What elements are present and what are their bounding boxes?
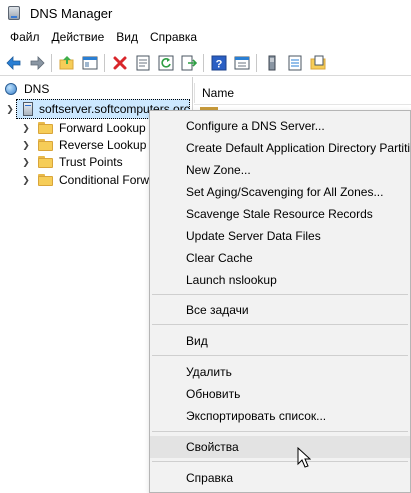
- menu-configure-dns-server[interactable]: Configure a DNS Server...: [150, 115, 410, 137]
- server-icon: [22, 102, 34, 116]
- help-icon[interactable]: ?: [209, 53, 229, 73]
- back-arrow-icon[interactable]: [4, 53, 24, 73]
- svg-text:?: ?: [215, 58, 222, 70]
- menu-properties[interactable]: Свойства: [150, 436, 410, 458]
- forward-arrow-icon[interactable]: [27, 53, 47, 73]
- mouse-cursor-icon: [297, 446, 312, 469]
- chevron-down-icon[interactable]: ❯: [4, 103, 16, 115]
- menu-bar: Файл Действие Вид Справка: [0, 26, 411, 48]
- menu-help[interactable]: Справка: [150, 467, 410, 489]
- delete-icon[interactable]: [110, 53, 130, 73]
- mmc-view-icon[interactable]: [232, 53, 252, 73]
- export-icon[interactable]: [179, 53, 199, 73]
- folder-icon: [38, 139, 54, 151]
- tree-item-trust-points[interactable]: ❯ Trust Points: [20, 152, 123, 172]
- menu-all-tasks[interactable]: Все задачи: [150, 299, 410, 321]
- menu-set-aging-scavenging[interactable]: Set Aging/Scavenging for All Zones...: [150, 181, 410, 203]
- folder-icon: [38, 122, 54, 134]
- chevron-right-icon[interactable]: ❯: [20, 174, 32, 186]
- refresh-icon[interactable]: [156, 53, 176, 73]
- toolbar: ?: [0, 50, 411, 76]
- tree-item-label: Conditional Forw: [59, 173, 150, 187]
- dns-manager-icon: [6, 5, 22, 21]
- title-bar: DNS Manager: [0, 0, 411, 26]
- chevron-right-icon[interactable]: ❯: [20, 139, 32, 151]
- tree-root-dns[interactable]: DNS: [4, 79, 49, 99]
- menu-separator: [152, 431, 408, 432]
- tree-item-label: Trust Points: [59, 155, 123, 169]
- menu-new-zone[interactable]: New Zone...: [150, 159, 410, 181]
- toolbar-separator: [104, 53, 105, 72]
- menu-action[interactable]: Действие: [46, 26, 111, 48]
- record-icon[interactable]: [285, 53, 305, 73]
- menu-view[interactable]: Вид: [110, 26, 144, 48]
- show-hide-tree-icon[interactable]: [80, 53, 100, 73]
- chevron-right-icon[interactable]: ❯: [20, 122, 32, 134]
- properties-icon[interactable]: [133, 53, 153, 73]
- toolbar-separator: [256, 53, 257, 72]
- tree-root-label: DNS: [24, 82, 50, 96]
- chevron-right-icon[interactable]: ❯: [20, 156, 32, 168]
- menu-launch-nslookup[interactable]: Launch nslookup: [150, 269, 410, 291]
- toolbar-separator: [51, 53, 52, 72]
- tree-item-conditional-forwarders[interactable]: ❯ Conditional Forw: [20, 170, 149, 190]
- context-menu: Configure a DNS Server... Create Default…: [149, 110, 411, 493]
- server-icon[interactable]: [262, 53, 282, 73]
- menu-view[interactable]: Вид: [150, 330, 410, 352]
- tree-item-label: Forward Lookup: [59, 121, 146, 135]
- toolbar-separator: [203, 53, 204, 72]
- menu-file[interactable]: Файл: [4, 26, 46, 48]
- menu-help[interactable]: Справка: [144, 26, 203, 48]
- dns-globe-icon: [4, 82, 20, 96]
- menu-scavenge-stale-records[interactable]: Scavenge Stale Resource Records: [150, 203, 410, 225]
- folder-icon: [38, 156, 54, 168]
- menu-separator: [152, 461, 408, 462]
- zone-icon[interactable]: [308, 53, 328, 73]
- tree-item-label: Reverse Lookup Z: [59, 138, 158, 152]
- menu-export-list[interactable]: Экспортировать список...: [150, 405, 410, 427]
- menu-separator: [152, 355, 408, 356]
- folder-icon: [38, 174, 54, 186]
- menu-refresh[interactable]: Обновить: [150, 383, 410, 405]
- menu-separator: [152, 294, 408, 295]
- up-folder-icon[interactable]: [57, 53, 77, 73]
- menu-update-server-data-files[interactable]: Update Server Data Files: [150, 225, 410, 247]
- menu-clear-cache[interactable]: Clear Cache: [150, 247, 410, 269]
- menu-delete[interactable]: Удалить: [150, 361, 410, 383]
- window-title: DNS Manager: [30, 5, 113, 21]
- column-header-name[interactable]: Name: [194, 81, 411, 105]
- menu-separator: [152, 324, 408, 325]
- menu-create-default-partitions[interactable]: Create Default Application Directory Par…: [150, 137, 410, 159]
